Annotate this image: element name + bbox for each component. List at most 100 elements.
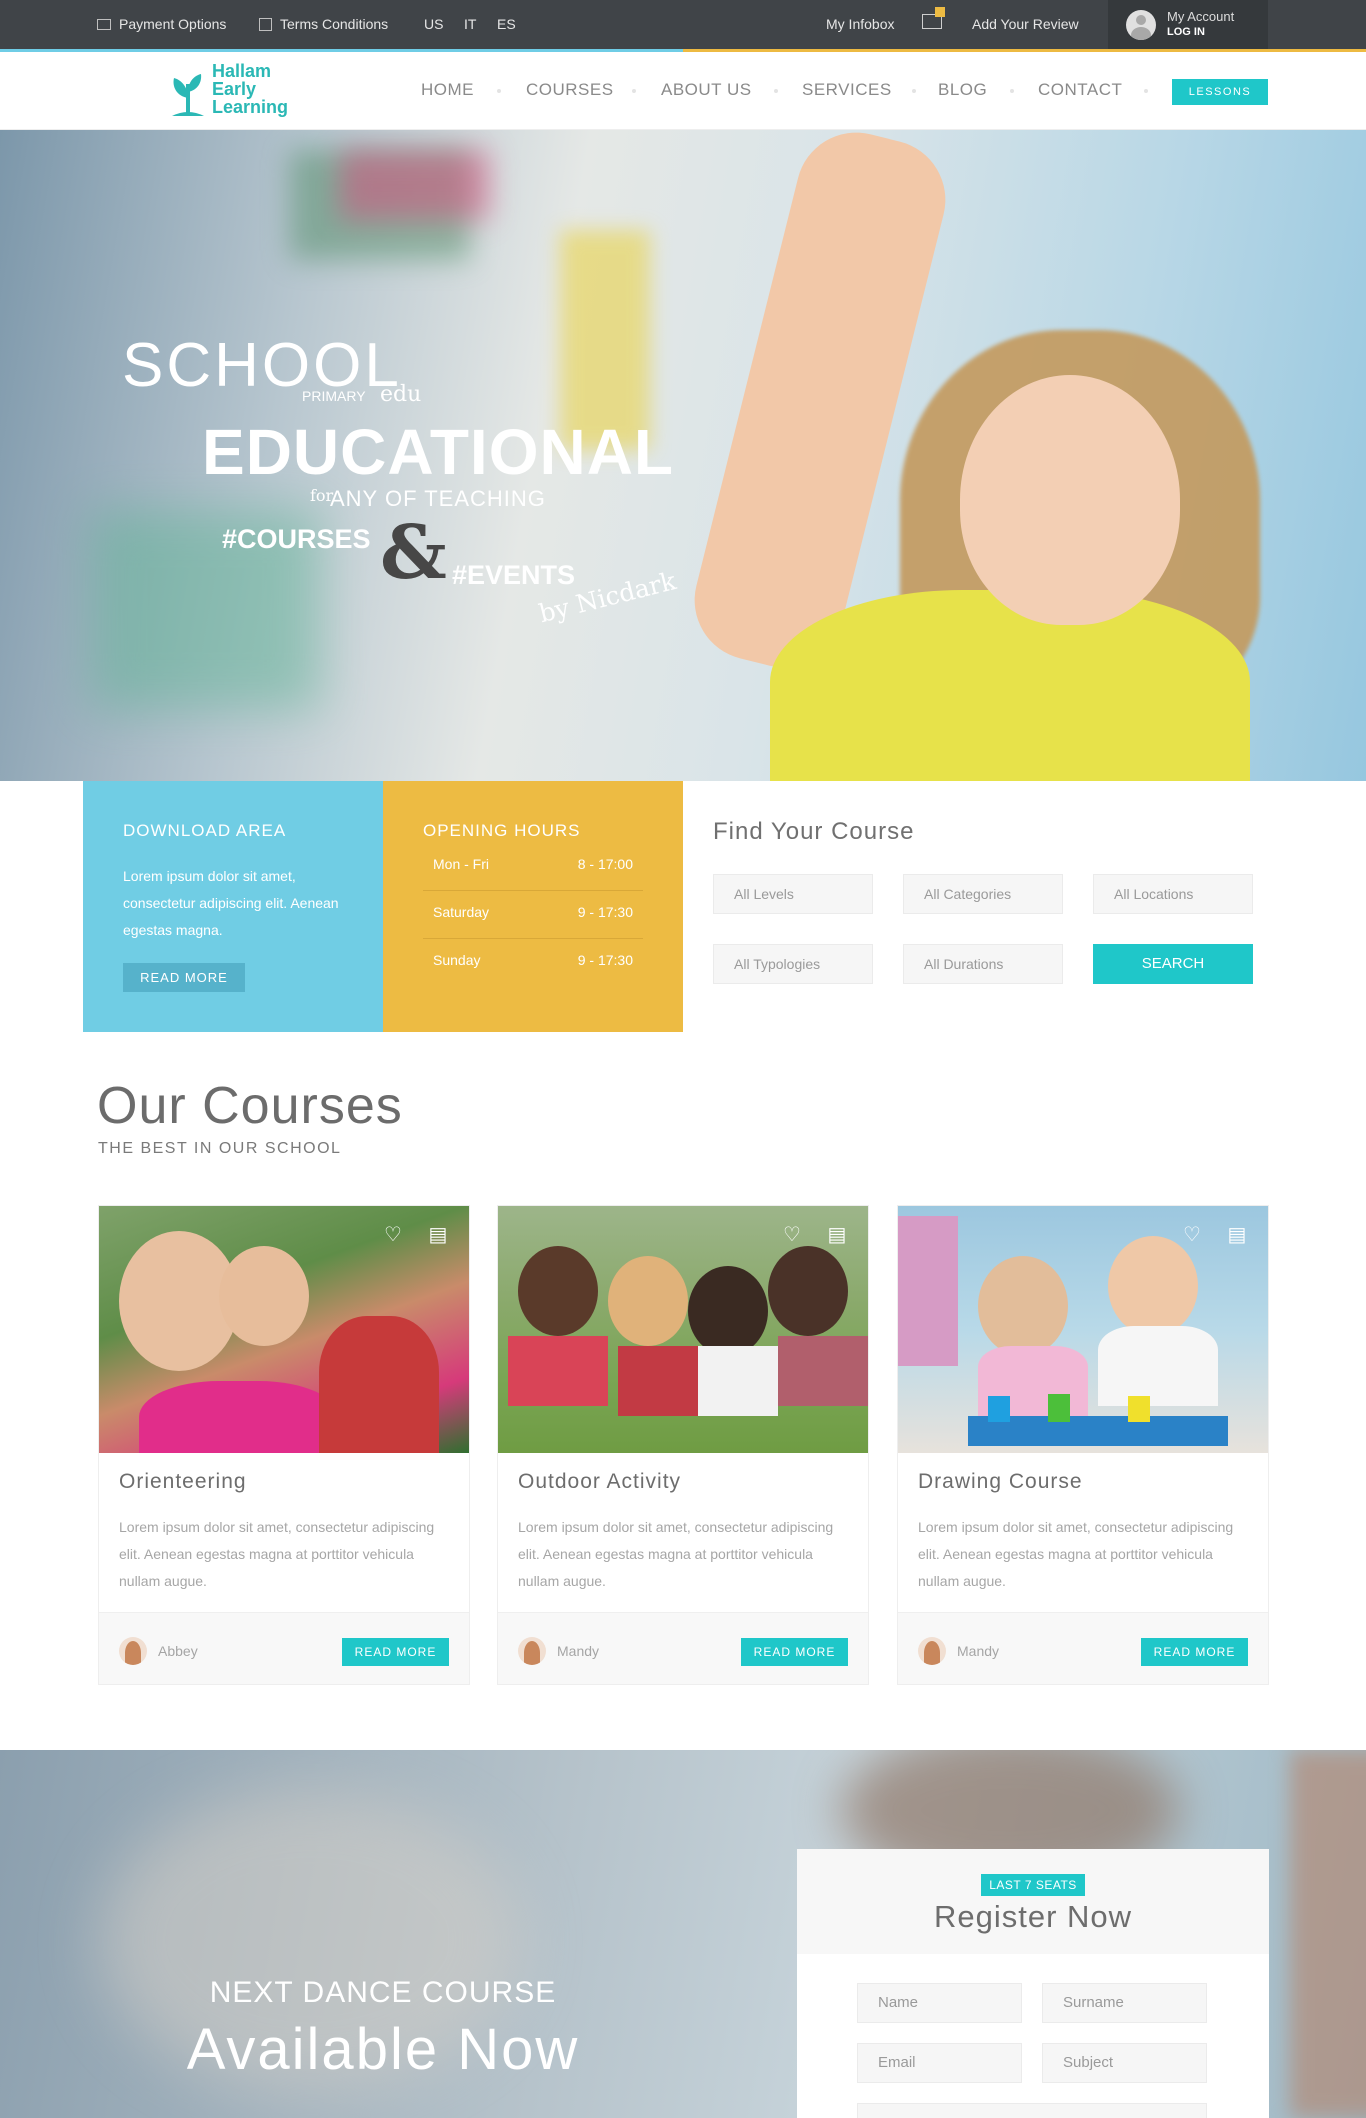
nav-separator bbox=[1144, 89, 1148, 93]
search-button[interactable]: SEARCH bbox=[1093, 944, 1253, 984]
hero-courses-tag: #COURSES bbox=[222, 524, 371, 554]
course-read-more-button[interactable]: READ MORE bbox=[741, 1638, 848, 1666]
document-icon[interactable]: ▤ bbox=[1226, 1224, 1248, 1246]
name-field[interactable]: Name bbox=[857, 1983, 1022, 2023]
course-author: Abbey bbox=[158, 1643, 198, 1659]
hero-ampersand: & bbox=[380, 510, 447, 596]
hero-subline: ANY OF TEACHING bbox=[330, 486, 546, 511]
courses-title: Our Courses bbox=[97, 1077, 403, 1135]
account-box[interactable]: My Account LOG IN bbox=[1108, 0, 1268, 50]
lang-it[interactable]: IT bbox=[464, 16, 476, 32]
hero-photo-face bbox=[960, 375, 1180, 625]
hero-banner: SCHOOL PRIMARY edu EDUCATIONAL for ANY O… bbox=[0, 130, 1366, 781]
locations-select[interactable]: All Locations bbox=[1093, 874, 1253, 914]
course-image[interactable] bbox=[99, 1206, 469, 1453]
nav-separator bbox=[632, 89, 636, 93]
lang-us[interactable]: US bbox=[424, 16, 443, 32]
course-name: Outdoor Activity bbox=[518, 1470, 682, 1493]
logo-icon[interactable] bbox=[168, 70, 208, 125]
mail-badge bbox=[935, 7, 945, 17]
mail-icon[interactable] bbox=[922, 7, 945, 29]
nav-separator bbox=[912, 89, 916, 93]
course-read-more-button[interactable]: READ MORE bbox=[1141, 1638, 1248, 1666]
course-image[interactable] bbox=[898, 1206, 1268, 1453]
register-form: LAST 7 SEATS Register Now Name Surname E… bbox=[797, 1849, 1269, 2118]
course-footer: Abbey READ MORE bbox=[99, 1612, 469, 1684]
opening-hours: OPENING HOURS Mon - Fri 8 - 17:00 Saturd… bbox=[383, 781, 683, 1032]
nav-blog[interactable]: BLOG bbox=[938, 80, 987, 100]
nav-about-us[interactable]: ABOUT US bbox=[661, 80, 752, 100]
nav-services[interactable]: SERVICES bbox=[802, 80, 892, 100]
course-description: Lorem ipsum dolor sit amet, consectetur … bbox=[518, 1519, 834, 1589]
register-title: Register Now bbox=[933, 1899, 1133, 1934]
levels-select[interactable]: All Levels bbox=[713, 874, 873, 914]
course-card: ♡ ▤ Drawing Course Lorem ipsum dolor sit… bbox=[897, 1205, 1269, 1685]
hours-row: Sunday 9 - 17:30 bbox=[433, 952, 633, 968]
my-infobox-link[interactable]: My Infobox bbox=[826, 16, 894, 32]
nav-separator bbox=[1010, 89, 1014, 93]
hero-events-tag: #EVENTS bbox=[452, 560, 576, 590]
author-avatar bbox=[518, 1637, 546, 1665]
terms-conditions-link[interactable]: Terms Conditions bbox=[259, 16, 388, 32]
lessons-button[interactable]: LESSONS bbox=[1172, 79, 1268, 105]
document-icon[interactable]: ▤ bbox=[826, 1224, 848, 1246]
nav-home[interactable]: HOME bbox=[421, 80, 474, 100]
nav-separator bbox=[774, 89, 778, 93]
course-description: Lorem ipsum dolor sit amet, consectetur … bbox=[918, 1519, 1234, 1589]
find-course-title: Find Your Course bbox=[713, 818, 915, 845]
email-field[interactable]: Email bbox=[857, 2043, 1022, 2083]
hero-headline: EDUCATIONAL bbox=[202, 416, 674, 488]
course-image[interactable] bbox=[498, 1206, 868, 1453]
seats-badge: LAST 7 SEATS bbox=[981, 1874, 1085, 1896]
nav-courses[interactable]: COURSES bbox=[526, 80, 614, 100]
payment-options-link[interactable]: Payment Options bbox=[97, 16, 226, 32]
course-author: Mandy bbox=[957, 1643, 1000, 1659]
course-name: Drawing Course bbox=[918, 1470, 1083, 1493]
course-card: ♡ ▤ Outdoor Activity Lorem ipsum dolor s… bbox=[497, 1205, 869, 1685]
course-name: Orienteering bbox=[119, 1470, 247, 1493]
document-icon[interactable]: ▤ bbox=[427, 1224, 449, 1246]
hero-primary-text: PRIMARY bbox=[302, 388, 366, 404]
course-read-more-button[interactable]: READ MORE bbox=[342, 1638, 449, 1666]
promo-title: Available Now bbox=[186, 2017, 580, 2082]
message-field[interactable] bbox=[857, 2103, 1207, 2118]
categories-select[interactable]: All Categories bbox=[903, 874, 1063, 914]
hours-row: Mon - Fri 8 - 17:00 bbox=[423, 843, 643, 891]
top-bar: Payment Options Terms Conditions US IT E… bbox=[0, 0, 1366, 50]
heart-icon[interactable]: ♡ bbox=[781, 1224, 803, 1246]
hours-title: OPENING HOURS bbox=[423, 821, 581, 840]
surname-field[interactable]: Surname bbox=[1042, 1983, 1207, 2023]
typologies-select[interactable]: All Typologies bbox=[713, 944, 873, 984]
course-footer: Mandy READ MORE bbox=[898, 1612, 1268, 1684]
course-card: ♡ ▤ Orienteering Lorem ipsum dolor sit a… bbox=[98, 1205, 470, 1685]
main-nav: Hallam Early Learning HOME COURSES ABOUT… bbox=[0, 52, 1366, 130]
nav-contact[interactable]: CONTACT bbox=[1038, 80, 1122, 100]
download-area: DOWNLOAD AREA Lorem ipsum dolor sit amet… bbox=[83, 781, 383, 1032]
heart-icon[interactable]: ♡ bbox=[382, 1224, 404, 1246]
user-avatar-icon bbox=[1126, 10, 1156, 40]
courses-subtitle: THE BEST IN OUR SCHOOL bbox=[98, 1140, 342, 1157]
credit-card-icon bbox=[97, 18, 111, 30]
login-link[interactable]: LOG IN bbox=[1167, 26, 1205, 38]
logo-text[interactable]: Hallam Early Learning bbox=[212, 62, 292, 116]
course-description: Lorem ipsum dolor sit amet, consectetur … bbox=[119, 1519, 435, 1589]
nav-separator bbox=[497, 89, 501, 93]
add-review-link[interactable]: Add Your Review bbox=[972, 16, 1079, 32]
my-account-label: My Account bbox=[1167, 9, 1235, 24]
hero-edu-text: edu bbox=[380, 382, 422, 407]
promo-subtitle: NEXT DANCE COURSE bbox=[209, 1976, 557, 2009]
hero-photo-shirt bbox=[770, 590, 1250, 781]
heart-icon[interactable]: ♡ bbox=[1181, 1224, 1203, 1246]
checkbox-icon bbox=[259, 17, 272, 31]
author-avatar bbox=[918, 1637, 946, 1665]
download-title: DOWNLOAD AREA bbox=[123, 821, 287, 840]
course-author: Mandy bbox=[557, 1643, 600, 1659]
author-avatar bbox=[119, 1637, 147, 1665]
lang-es[interactable]: ES bbox=[497, 16, 516, 32]
course-footer: Mandy READ MORE bbox=[498, 1612, 868, 1684]
subject-field[interactable]: Subject bbox=[1042, 2043, 1207, 2083]
hours-row: Saturday 9 - 17:30 bbox=[423, 891, 643, 939]
durations-select[interactable]: All Durations bbox=[903, 944, 1063, 984]
download-read-more-button[interactable]: READ MORE bbox=[123, 963, 245, 992]
download-text: Lorem ipsum dolor sit amet, consectetur … bbox=[123, 868, 339, 938]
